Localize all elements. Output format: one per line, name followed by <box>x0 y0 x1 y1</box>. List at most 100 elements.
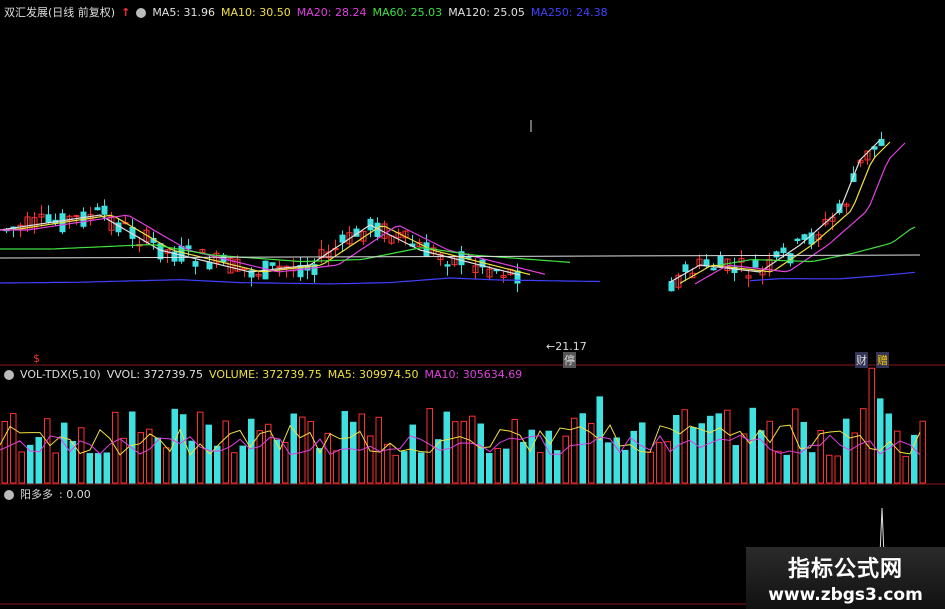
volume-bar <box>214 445 221 484</box>
volume-bar <box>316 448 323 484</box>
volume-bar <box>154 437 161 484</box>
volume-bar <box>851 432 858 484</box>
volume-bar <box>69 440 76 484</box>
volume-bar <box>418 452 425 484</box>
volume-bar <box>834 455 841 484</box>
volume-bar <box>537 452 544 484</box>
cai-marker: 财 <box>855 352 868 368</box>
vol-legend-vvol: VVOL: 372739.75 <box>106 368 204 381</box>
volume-bar <box>766 420 773 484</box>
volume-bar <box>494 448 501 484</box>
volume-bar <box>724 409 731 484</box>
price-pane <box>0 120 921 293</box>
volume-bar <box>86 453 93 484</box>
candle-body <box>206 261 213 270</box>
volume-bar <box>341 411 348 484</box>
volume-bar <box>435 439 442 484</box>
volume-bar <box>528 429 535 484</box>
candle-body <box>73 215 80 218</box>
volume-bar <box>248 418 255 484</box>
volume-bar <box>188 440 195 484</box>
stock-chart[interactable] <box>0 0 945 609</box>
volume-bar <box>647 451 654 484</box>
candle-body <box>423 242 430 257</box>
settings-circle-icon[interactable] <box>136 8 147 18</box>
indicator-legend: 阳多多 : 0.00 <box>4 486 91 504</box>
volume-bar <box>18 451 25 484</box>
ting-marker: 停 <box>563 352 576 368</box>
volume-bar <box>299 416 306 484</box>
volume-bar <box>307 420 314 484</box>
volume-bar <box>256 430 263 484</box>
candle-body <box>192 261 199 267</box>
volume-pane <box>0 367 926 484</box>
watermark-url: www.zbgs3.com <box>768 585 923 605</box>
vol-settings-icon[interactable] <box>4 370 14 380</box>
volume-bar <box>800 421 807 484</box>
volume-bar <box>698 423 705 484</box>
price-legend-ma10: MA10: 30.50 <box>221 6 291 19</box>
volume-bar <box>707 415 714 484</box>
price-legend-ma60: MA60: 25.03 <box>372 6 443 19</box>
volume-bar <box>868 367 875 484</box>
vol-legend-ma10: MA10: 305634.69 <box>424 368 523 381</box>
candle-body <box>752 260 759 268</box>
volume-bar <box>579 413 586 484</box>
volume-bar <box>877 398 884 484</box>
volume-bar <box>35 437 42 484</box>
volume-bar <box>333 450 340 484</box>
price-legend-ma120: MA120: 25.05 <box>448 6 525 19</box>
volume-bar <box>809 452 816 484</box>
volume-bar <box>180 414 187 484</box>
volume-bar <box>520 441 527 484</box>
volume-bar <box>1 421 8 484</box>
candle-body <box>780 247 787 253</box>
candle-body <box>185 245 192 250</box>
volume-bar <box>775 450 782 484</box>
vol-legend-ma5: MA5: 309974.50 <box>327 368 419 381</box>
volume-bar <box>78 427 85 484</box>
volume-bar <box>911 434 918 484</box>
volume-bar <box>503 448 510 484</box>
volume-bar <box>265 423 272 484</box>
price-legend: 双汇发展(日线 前复权) ↑ MA5: 31.96 MA10: 30.50 MA… <box>4 4 608 22</box>
volume-bar <box>656 442 663 484</box>
volume-bar <box>673 414 680 484</box>
candle-body <box>339 234 346 243</box>
ind-legend-title: 阳多多 <box>20 488 53 501</box>
price-legend-ma250: MA250: 24.38 <box>530 6 608 19</box>
volume-bar <box>52 452 59 484</box>
volume-bar <box>622 449 629 484</box>
volume-bar <box>443 411 450 484</box>
watermark-logo: 指标公式网 www.zbgs3.com <box>746 547 945 609</box>
volume-bar <box>95 453 102 484</box>
volume-bar <box>44 418 51 484</box>
candle-body <box>710 267 717 271</box>
volume-bar <box>120 437 127 484</box>
ind-legend-value: : 0.00 <box>59 488 91 501</box>
volume-bar <box>843 418 850 484</box>
price-legend-title: 双汇发展(日线 前复权) <box>4 6 116 19</box>
up-arrow-icon: ↑ <box>121 6 131 19</box>
ind-settings-icon[interactable] <box>4 490 14 500</box>
volume-bar <box>401 451 408 484</box>
volume-bar <box>749 407 756 484</box>
volume-bar <box>231 452 238 484</box>
volume-bar <box>486 453 493 484</box>
vol-legend-volume: VOLUME: 372739.75 <box>209 368 322 381</box>
volume-bar <box>562 435 569 484</box>
candle-body <box>269 262 276 266</box>
price-legend-ma5: MA5: 31.96 <box>152 6 216 19</box>
volume-bar <box>681 409 688 484</box>
volume-bar <box>826 454 833 484</box>
volume-bar <box>452 421 459 484</box>
volume-bar <box>146 428 153 484</box>
volume-bar <box>894 430 901 484</box>
candle-body <box>444 264 451 267</box>
candle-body <box>514 270 521 284</box>
price-legend-ma20: MA20: 28.24 <box>296 6 367 19</box>
volume-bar <box>741 433 748 484</box>
volume-bar <box>137 432 144 484</box>
volume-bar <box>792 408 799 484</box>
watermark-title: 指标公式网 <box>787 557 903 582</box>
